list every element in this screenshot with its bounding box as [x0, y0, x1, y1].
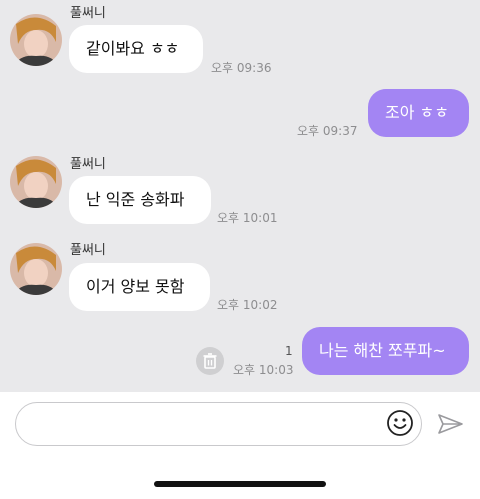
message-text: 난 익준 송화파	[86, 190, 185, 209]
message-bubble-outgoing[interactable]: 나는 해찬 쪼푸파~	[302, 327, 469, 375]
unread-count: 1	[285, 344, 293, 358]
message-bubble-incoming[interactable]: 이거 양보 못함	[69, 263, 210, 311]
message-bubble-incoming[interactable]: 같이봐요 ㅎㅎ	[69, 25, 203, 73]
avatar[interactable]	[10, 14, 62, 66]
message-text: 나는 해찬 쪼푸파~	[319, 341, 446, 360]
trash-icon	[203, 353, 217, 369]
send-button[interactable]	[436, 410, 464, 442]
smiley-icon	[387, 410, 413, 436]
avatar[interactable]	[10, 243, 62, 295]
message-time: 오후 09:36	[211, 61, 272, 75]
sender-name: 풀써니	[70, 157, 106, 172]
home-indicator	[154, 481, 326, 487]
sender-name: 풀써니	[70, 243, 106, 258]
message-text: 이거 양보 못함	[86, 277, 185, 296]
paper-plane-icon	[438, 414, 463, 434]
avatar[interactable]	[10, 156, 62, 208]
message-time: 오후 09:37	[297, 124, 358, 138]
message-text: 같이봐요 ㅎㅎ	[86, 39, 180, 58]
message-bubble-outgoing[interactable]: 조아 ㅎㅎ	[368, 89, 469, 137]
message-time: 오후 10:02	[217, 298, 278, 312]
message-input[interactable]	[15, 402, 422, 446]
delete-button[interactable]	[196, 347, 224, 375]
sender-name: 풀써니	[70, 6, 106, 21]
message-time: 오후 10:03	[233, 363, 294, 377]
message-bubble-incoming[interactable]: 난 익준 송화파	[69, 176, 211, 224]
chat-area[interactable]: 풀써니 같이봐요 ㅎㅎ 오후 09:36 조아 ㅎㅎ 오후 09:37 풀써니 …	[0, 0, 480, 392]
message-text: 조아 ㅎㅎ	[385, 103, 449, 122]
emoji-button[interactable]	[386, 409, 414, 441]
message-time: 오후 10:01	[217, 211, 278, 225]
composer-bar	[0, 392, 480, 499]
